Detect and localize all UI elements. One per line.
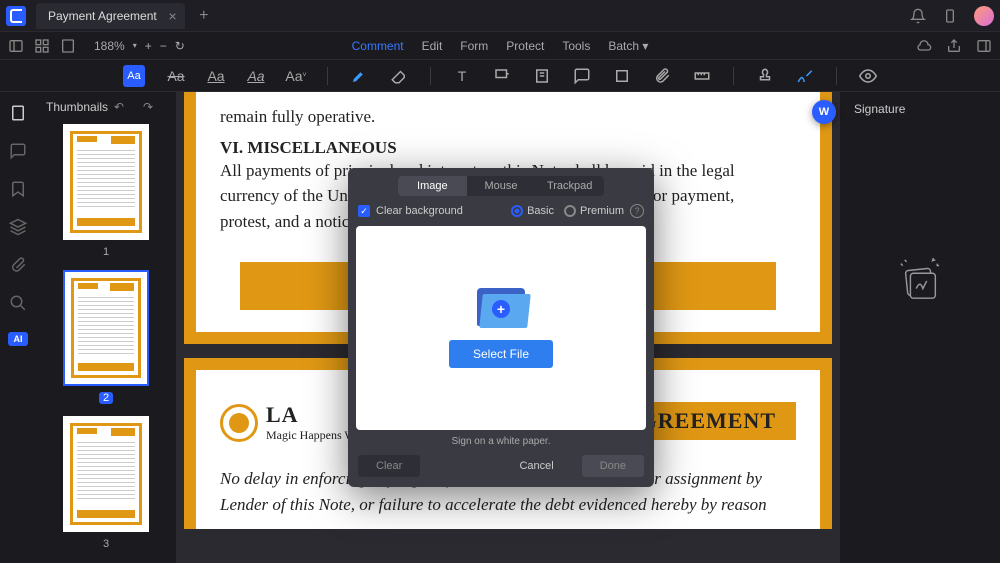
shape-icon[interactable] — [613, 67, 631, 85]
menu-comment[interactable]: Comment — [352, 39, 404, 53]
done-button[interactable]: Done — [582, 455, 644, 477]
segment-image[interactable]: Image — [398, 176, 467, 196]
signature-icon[interactable] — [796, 67, 814, 85]
basic-radio[interactable] — [511, 205, 523, 217]
premium-label: Premium — [580, 205, 624, 217]
comment-icon[interactable] — [573, 67, 591, 85]
sidebar-toggle-icon[interactable] — [8, 38, 24, 54]
separator — [327, 67, 328, 85]
layers-rail-icon[interactable] — [9, 218, 27, 236]
segment-trackpad[interactable]: Trackpad — [535, 176, 604, 196]
premium-radio[interactable] — [564, 205, 576, 217]
segment-mouse[interactable]: Mouse — [467, 176, 536, 196]
separator — [430, 67, 431, 85]
thumbnails-title: Thumbnails — [46, 100, 108, 114]
squiggly-icon[interactable]: Aa — [247, 67, 265, 85]
view-toolbar: 188% ▾ + − ↻ Comment Edit Form Protect T… — [0, 32, 1000, 60]
callout-icon[interactable] — [493, 67, 511, 85]
zoom-out-icon[interactable]: − — [160, 39, 167, 53]
zoom-in-icon[interactable]: + — [145, 39, 152, 53]
cancel-button[interactable]: Cancel — [501, 455, 571, 477]
signature-panel: Signature — [840, 92, 1000, 563]
thumbnail-page-1[interactable] — [63, 124, 149, 240]
new-tab-button[interactable]: + — [191, 3, 217, 29]
panel-icon[interactable] — [976, 38, 992, 54]
rotate-left-icon[interactable]: ↶ — [114, 100, 137, 114]
help-icon[interactable]: ? — [630, 204, 644, 218]
measure-icon[interactable] — [693, 67, 711, 85]
signature-illustration — [897, 256, 943, 302]
left-rail: AI — [0, 92, 36, 563]
app-icon[interactable] — [6, 6, 26, 26]
floating-badge[interactable]: W — [812, 100, 836, 124]
page-heading: VI. MISCELLANEOUS — [220, 138, 796, 158]
chevron-down-icon[interactable]: ▾ — [133, 41, 137, 50]
menu-protect[interactable]: Protect — [506, 39, 544, 53]
eraser-icon[interactable] — [390, 67, 408, 85]
thumbnail-number: 3 — [46, 538, 166, 550]
close-tab-icon[interactable]: × — [169, 8, 177, 24]
strikethrough-icon[interactable]: Aa — [167, 67, 185, 85]
document-tab[interactable]: Payment Agreement × — [36, 3, 185, 29]
thumbnail-number: 1 — [46, 246, 166, 258]
zoom-control[interactable]: 188% ▾ + − ↻ — [94, 39, 185, 53]
signature-panel-title: Signature — [854, 102, 986, 116]
main-menu: Comment Edit Form Protect Tools Batch ▾ — [352, 39, 649, 53]
separator — [733, 67, 734, 85]
device-icon[interactable] — [942, 8, 958, 24]
refresh-icon[interactable]: ↻ — [175, 39, 185, 53]
clear-background-checkbox[interactable]: ✓ — [358, 205, 370, 217]
menu-batch[interactable]: Batch ▾ — [608, 39, 648, 53]
bell-icon[interactable] — [910, 8, 926, 24]
thumbnail-page-2[interactable] — [63, 270, 149, 386]
share-icon[interactable] — [946, 38, 962, 54]
eye-icon[interactable] — [859, 67, 877, 85]
tab-title: Payment Agreement — [48, 9, 157, 23]
basic-label: Basic — [527, 205, 554, 217]
separator — [836, 67, 837, 85]
file-dropzone[interactable]: + Select File — [356, 226, 646, 430]
thumbnails-rail-icon[interactable] — [9, 104, 27, 122]
thumbnail-number: 2 — [99, 392, 113, 404]
ai-rail-icon[interactable]: AI — [8, 332, 28, 346]
grid-view-icon[interactable] — [34, 38, 50, 54]
titlebar: Payment Agreement × + — [0, 0, 1000, 32]
zoom-value: 188% — [94, 39, 125, 53]
rotate-right-icon[interactable]: ↷ — [143, 100, 166, 114]
menu-tools[interactable]: Tools — [562, 39, 590, 53]
bookmark-rail-icon[interactable] — [9, 180, 27, 198]
thumbnails-panel: Thumbnails ↶ ↷ 1 2 3 — [36, 92, 176, 563]
signature-modal: Image Mouse Trackpad ✓ Clear background … — [348, 168, 654, 487]
menu-edit[interactable]: Edit — [422, 39, 443, 53]
comments-rail-icon[interactable] — [9, 142, 27, 160]
search-rail-icon[interactable] — [9, 294, 27, 312]
page-text: Lender of this Note, or failure to accel… — [220, 492, 796, 518]
note-icon[interactable] — [533, 67, 551, 85]
comment-toolbar: Aa Aa Aa Aa Aa˅ T — [0, 60, 1000, 92]
modal-hint: Sign on a white paper. — [348, 430, 654, 453]
brand-logo — [220, 404, 258, 442]
page-view-icon[interactable] — [60, 38, 76, 54]
stamp-icon[interactable] — [756, 67, 774, 85]
select-file-button[interactable]: Select File — [449, 340, 553, 368]
clear-button[interactable]: Clear — [358, 455, 420, 477]
underline-icon[interactable]: Aa — [207, 67, 225, 85]
textbox-icon[interactable]: T — [453, 67, 471, 85]
avatar[interactable] — [974, 6, 994, 26]
cloud-icon[interactable] — [916, 38, 932, 54]
marker-icon[interactable] — [350, 67, 368, 85]
caret-icon[interactable]: Aa˅ — [287, 67, 305, 85]
clear-background-label: Clear background — [376, 205, 463, 217]
attachment-icon[interactable] — [653, 67, 671, 85]
highlight-tool-icon[interactable]: Aa — [123, 65, 145, 87]
thumbnail-page-3[interactable] — [63, 416, 149, 532]
page-text: remain fully operative. — [220, 104, 796, 130]
menu-form[interactable]: Form — [460, 39, 488, 53]
attachments-rail-icon[interactable] — [9, 256, 27, 274]
signature-mode-segment: Image Mouse Trackpad — [398, 176, 604, 196]
folder-icon: + — [477, 288, 525, 326]
